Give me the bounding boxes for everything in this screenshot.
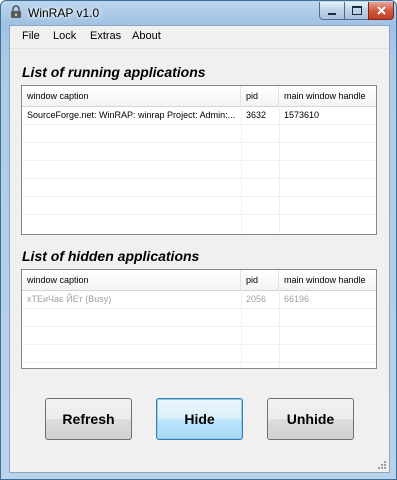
hidden-list-header: window caption pid main window handle (22, 270, 376, 291)
grid-line (22, 308, 376, 309)
grid-line (22, 178, 376, 179)
grid-line (22, 362, 376, 363)
column-pid[interactable]: pid (241, 86, 279, 106)
menu-extras[interactable]: Extras (90, 30, 121, 42)
menu-about[interactable]: About (132, 30, 161, 42)
app-window: WinRAP v1.0 File Lock Extras About List … (0, 0, 397, 480)
cell-window-handle: 66196 (284, 294, 310, 304)
column-main-window-handle[interactable]: main window handle (279, 270, 376, 290)
cell-pid: 2056 (246, 294, 267, 304)
grid-line (22, 124, 376, 125)
table-row[interactable]: хТЕиЧає ЙЕт (Busy) 2056 66196 (22, 290, 376, 308)
hidden-apps-list[interactable]: window caption pid main window handle хТ… (21, 269, 377, 369)
column-window-caption[interactable]: window caption (22, 86, 241, 106)
cell-pid: 3632 (246, 110, 267, 120)
hidden-apps-heading: List of hidden applications (22, 248, 200, 264)
column-pid[interactable]: pid (241, 270, 279, 290)
grid-line (22, 326, 376, 327)
maximize-icon (351, 6, 362, 15)
window-title: WinRAP v1.0 (28, 6, 100, 20)
resize-grip-icon[interactable] (377, 460, 387, 470)
refresh-button[interactable]: Refresh (45, 398, 132, 440)
close-icon (376, 6, 386, 15)
maximize-button[interactable] (344, 2, 369, 20)
grid-line (22, 344, 376, 345)
client-area: File Lock Extras About List of running a… (9, 25, 390, 473)
cell-window-caption: SourceForge.net: WinRAP: winrap Project:… (27, 110, 236, 120)
running-list-header: window caption pid main window handle (22, 86, 376, 107)
grid-line (22, 142, 376, 143)
column-main-window-handle[interactable]: main window handle (279, 86, 376, 106)
unhide-button[interactable]: Unhide (267, 398, 354, 440)
grid-line (22, 214, 376, 215)
grid-line (279, 106, 280, 234)
hide-button[interactable]: Hide (156, 398, 243, 440)
running-apps-heading: List of running applications (22, 64, 206, 80)
menu-bar: File Lock Extras About (10, 26, 389, 49)
close-button[interactable] (368, 2, 394, 20)
grid-line (22, 196, 376, 197)
minimize-button[interactable] (319, 2, 345, 20)
running-apps-list[interactable]: window caption pid main window handle So… (21, 85, 377, 235)
grid-line (241, 106, 242, 234)
table-row[interactable]: SourceForge.net: WinRAP: winrap Project:… (22, 106, 376, 124)
cell-window-caption: хТЕиЧає ЙЕт (Busy) (27, 294, 112, 304)
menu-lock[interactable]: Lock (53, 30, 76, 42)
lock-icon (11, 5, 21, 18)
cell-window-handle: 1573610 (284, 110, 320, 120)
menu-file[interactable]: File (22, 30, 40, 42)
title-bar[interactable]: WinRAP v1.0 (1, 1, 396, 25)
column-window-caption[interactable]: window caption (22, 270, 241, 290)
grid-line (22, 160, 376, 161)
minimize-icon (328, 12, 336, 15)
